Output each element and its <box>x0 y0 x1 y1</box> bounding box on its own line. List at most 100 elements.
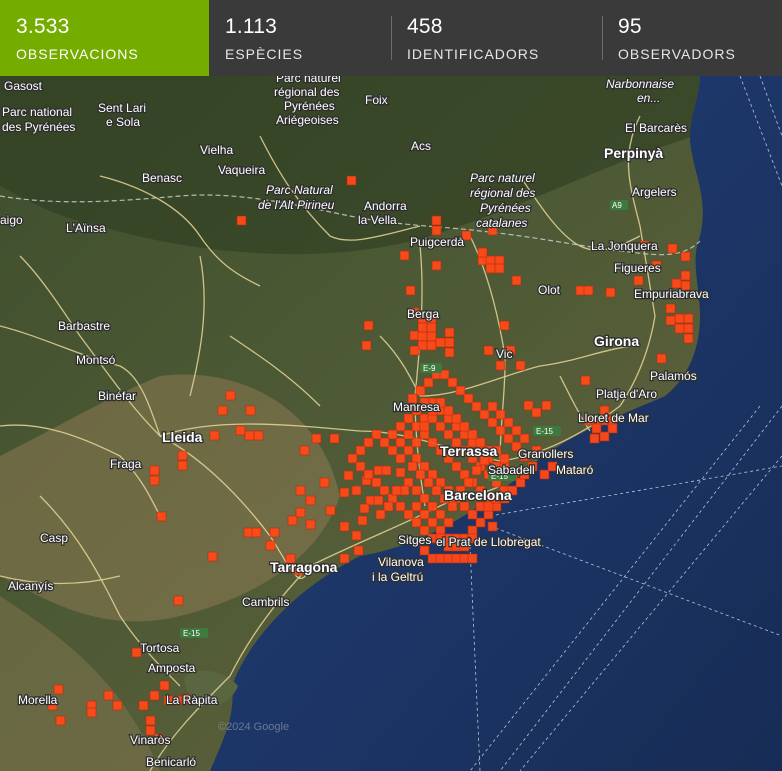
observation-cell[interactable] <box>467 553 478 564</box>
observation-cell[interactable] <box>435 337 446 348</box>
observation-cell[interactable] <box>86 707 97 718</box>
observation-cell[interactable] <box>683 333 694 344</box>
observation-cell[interactable] <box>485 255 496 266</box>
observation-cell[interactable] <box>435 477 446 488</box>
observation-cell[interactable] <box>305 519 316 530</box>
observation-cell[interactable] <box>355 445 366 456</box>
observation-cell[interactable] <box>503 433 514 444</box>
observation-cell[interactable] <box>633 275 644 286</box>
observation-cell[interactable] <box>459 469 470 480</box>
observation-cell[interactable] <box>339 487 350 498</box>
observation-cell[interactable] <box>305 495 316 506</box>
observation-cell[interactable] <box>471 401 482 412</box>
observation-cell[interactable] <box>477 255 488 266</box>
observation-cell[interactable] <box>419 413 430 424</box>
observation-cell[interactable] <box>511 425 522 436</box>
observation-cell[interactable] <box>365 495 376 506</box>
observation-cell[interactable] <box>103 690 114 701</box>
observation-cell[interactable] <box>395 501 406 512</box>
observation-cell[interactable] <box>495 409 506 420</box>
observation-cell[interactable] <box>443 405 454 416</box>
observation-cell[interactable] <box>357 515 368 526</box>
observation-cell[interactable] <box>381 465 392 476</box>
observation-cell[interactable] <box>541 400 552 411</box>
observation-cell[interactable] <box>680 270 691 281</box>
tab-observations[interactable]: 3.533 OBSERVACIONS <box>0 0 209 76</box>
observation-cell[interactable] <box>415 469 426 480</box>
observation-cell[interactable] <box>443 517 454 528</box>
observation-cell[interactable] <box>173 595 184 606</box>
tab-identifiers[interactable]: 458 IDENTIFICADORS <box>391 0 602 76</box>
observation-cell[interactable] <box>426 340 437 351</box>
observation-cell[interactable] <box>235 425 246 436</box>
observation-cell[interactable] <box>515 360 526 371</box>
observation-cell[interactable] <box>236 215 247 226</box>
observation-cell[interactable] <box>523 400 534 411</box>
observation-cell[interactable] <box>515 477 526 488</box>
observation-cell[interactable] <box>511 275 522 286</box>
observation-cell[interactable] <box>387 493 398 504</box>
observation-cell[interactable] <box>427 413 438 424</box>
observation-cell[interactable] <box>423 477 434 488</box>
observation-cell[interactable] <box>435 421 446 432</box>
observation-cell[interactable] <box>353 545 364 556</box>
observation-cell[interactable] <box>287 515 298 526</box>
observation-cell[interactable] <box>112 700 123 711</box>
observation-cell[interactable] <box>346 175 357 186</box>
observation-cell[interactable] <box>499 320 510 331</box>
observation-cell[interactable] <box>599 431 610 442</box>
observation-cell[interactable] <box>253 430 264 441</box>
observation-cell[interactable] <box>217 405 228 416</box>
observation-cell[interactable] <box>444 327 455 338</box>
observation-cell[interactable] <box>145 715 156 726</box>
observation-cell[interactable] <box>459 421 470 432</box>
observation-cell[interactable] <box>325 505 336 516</box>
observation-cell[interactable] <box>379 485 390 496</box>
observation-cell[interactable] <box>447 377 458 388</box>
observation-cell[interactable] <box>225 390 236 401</box>
observation-cell[interactable] <box>411 485 422 496</box>
observation-cell[interactable] <box>431 260 442 271</box>
observation-cell[interactable] <box>329 433 340 444</box>
observation-cell[interactable] <box>483 509 494 520</box>
observation-cell[interactable] <box>435 553 446 564</box>
observation-cell[interactable] <box>467 509 478 520</box>
observation-cell[interactable] <box>311 433 322 444</box>
observation-cell[interactable] <box>265 540 276 551</box>
observation-cell[interactable] <box>427 469 438 480</box>
observation-cell[interactable] <box>411 453 422 464</box>
observation-cell[interactable] <box>575 285 586 296</box>
observation-cell[interactable] <box>591 423 602 434</box>
observation-cell[interactable] <box>483 501 494 512</box>
observation-cell[interactable] <box>395 453 406 464</box>
observation-cell[interactable] <box>319 477 330 488</box>
observation-cell[interactable] <box>149 475 160 486</box>
observation-cell[interactable] <box>395 437 406 448</box>
observation-cell[interactable] <box>467 429 478 440</box>
observation-cell[interactable] <box>391 485 402 496</box>
observation-cell[interactable] <box>431 215 442 226</box>
observation-cell[interactable] <box>667 243 678 254</box>
observation-cell[interactable] <box>343 470 354 481</box>
observation-cell[interactable] <box>375 509 386 520</box>
observation-cell[interactable] <box>443 429 454 440</box>
observation-cell[interactable] <box>299 445 310 456</box>
observation-cell[interactable] <box>417 322 428 333</box>
observation-cell[interactable] <box>451 413 462 424</box>
observation-cell[interactable] <box>499 453 510 464</box>
observation-cell[interactable] <box>491 501 502 512</box>
observation-cell[interactable] <box>435 509 446 520</box>
observation-cell[interactable] <box>361 340 372 351</box>
observation-cell[interactable] <box>55 715 66 726</box>
observation-cell[interactable] <box>443 553 454 564</box>
observation-cell[interactable] <box>245 405 256 416</box>
observation-cell[interactable] <box>431 225 442 236</box>
observation-cell[interactable] <box>463 477 474 488</box>
observation-cell[interactable] <box>159 680 170 691</box>
observation-cell[interactable] <box>419 429 430 440</box>
observation-cell[interactable] <box>295 507 306 518</box>
observation-cell[interactable] <box>427 517 438 528</box>
observation-cell[interactable] <box>419 493 430 504</box>
observation-cell[interactable] <box>409 345 420 356</box>
observation-cell[interactable] <box>351 530 362 541</box>
